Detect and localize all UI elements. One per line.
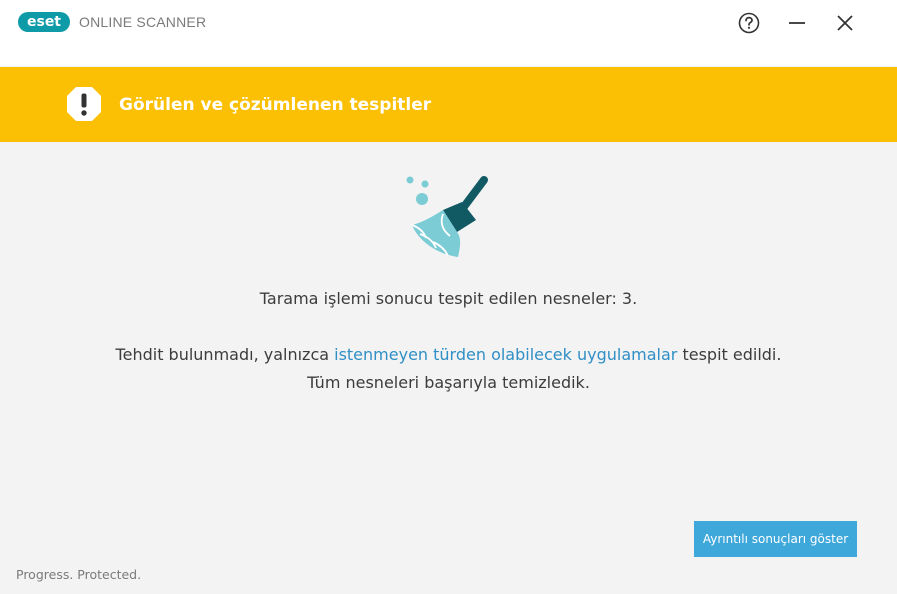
footer-slogan: Progress. Protected. xyxy=(16,567,142,582)
help-button[interactable] xyxy=(734,8,764,38)
detail-prefix: Tehdit bulunmadı, yalnızca xyxy=(115,345,335,364)
close-icon xyxy=(837,15,853,31)
minimize-icon xyxy=(789,22,805,24)
detection-detail: Tehdit bulunmadı, yalnızca istenmeyen tü… xyxy=(0,345,897,365)
detection-summary: Tarama işlemi sonucu tespit edilen nesne… xyxy=(259,289,638,308)
logo-text: eset xyxy=(26,14,61,30)
exclamation-icon xyxy=(67,87,101,121)
eset-logo: eset xyxy=(18,12,70,32)
product-name: ONLINE SCANNER xyxy=(79,14,207,30)
broom-icon xyxy=(406,176,488,257)
detail-suffix: tespit edildi. xyxy=(677,345,782,364)
question-circle-icon xyxy=(738,12,760,34)
cleaned-message: Tüm nesneleri başarıyla temizledik. xyxy=(307,373,590,392)
title-bar: eset ONLINE SCANNER xyxy=(0,0,897,66)
show-details-button[interactable]: Ayrıntılı sonuçları göster xyxy=(694,521,857,557)
pua-link[interactable]: istenmeyen türden olabilecek uygulamalar xyxy=(334,345,677,364)
banner-title: Görülen ve çözümlenen tespitler xyxy=(119,95,432,115)
status-banner: Görülen ve çözümlenen tespitler xyxy=(0,67,897,142)
close-button[interactable] xyxy=(830,8,860,38)
minimize-button[interactable] xyxy=(782,8,812,38)
eset-online-scanner-window: eset ONLINE SCANNER Görülen ve çözümlene… xyxy=(0,0,897,594)
